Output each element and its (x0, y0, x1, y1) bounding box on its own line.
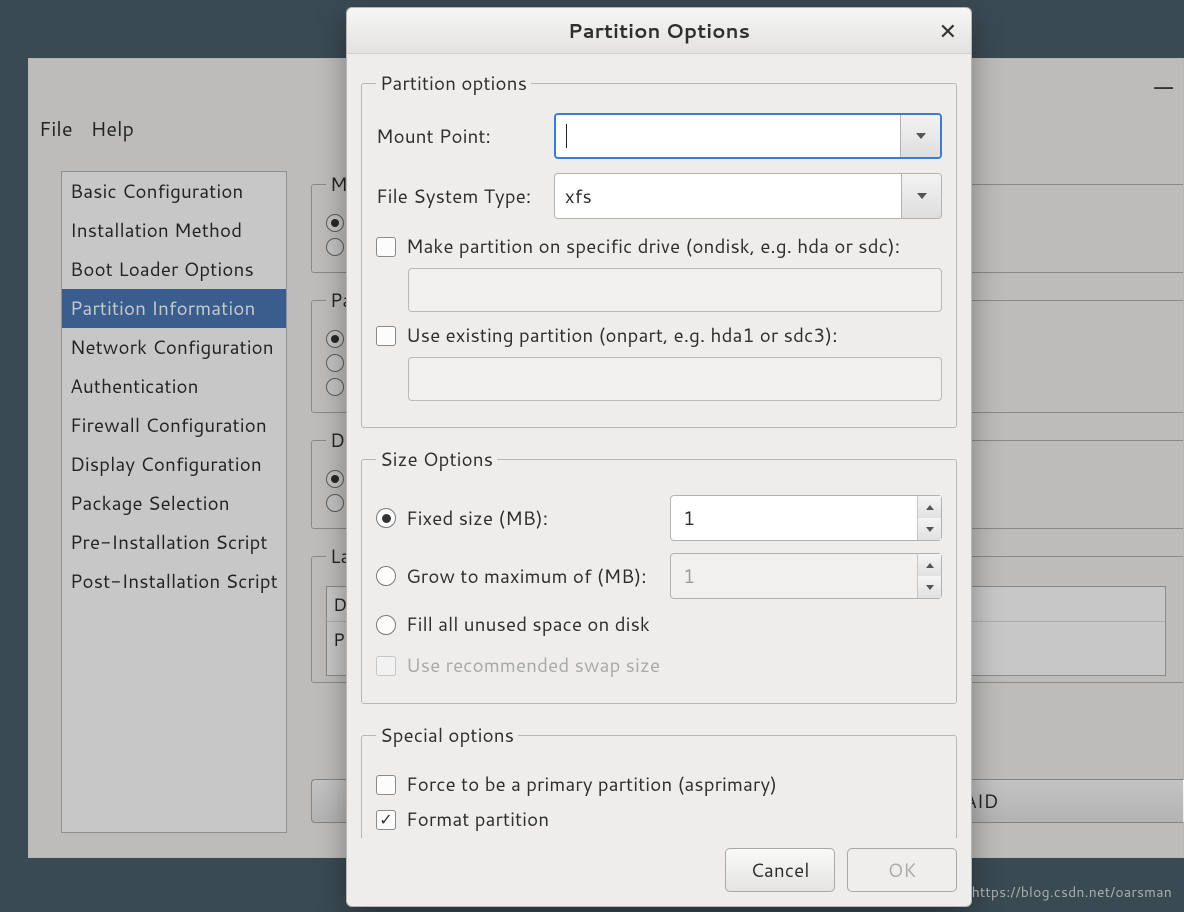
sidebar-item-display-configuration[interactable]: Display Configuration (62, 445, 286, 484)
menu-file[interactable]: File (39, 115, 73, 143)
radio-icon[interactable] (326, 470, 344, 488)
ondisk-label: Make partition on specific drive (ondisk… (406, 233, 900, 260)
ondisk-input[interactable] (408, 268, 942, 312)
chevron-down-icon (926, 585, 934, 590)
cancel-button[interactable]: Cancel (725, 848, 835, 892)
ondisk-checkbox[interactable] (376, 237, 396, 257)
sidebar: Basic Configuration Installation Method … (61, 171, 287, 833)
spin-down-button (918, 576, 941, 598)
bg-table-col-p: P (333, 626, 345, 652)
fixed-size-spin[interactable]: 1 (670, 495, 942, 541)
fs-type-label: File System Type: (376, 183, 544, 210)
partition-options-dialog: Partition Options ✕ Partition options Mo… (346, 7, 972, 907)
minimize-icon[interactable]: — (1154, 67, 1173, 107)
fs-type-combo[interactable]: xfs (554, 173, 942, 219)
special-options-group: Special options Force to be a primary pa… (361, 722, 957, 838)
menu-help[interactable]: Help (91, 115, 134, 143)
close-icon[interactable]: ✕ (939, 16, 957, 47)
onpart-input[interactable] (408, 357, 942, 401)
sidebar-item-basic-configuration[interactable]: Basic Configuration (62, 172, 286, 211)
chevron-down-icon (917, 193, 927, 199)
sidebar-item-firewall-configuration[interactable]: Firewall Configuration (62, 406, 286, 445)
mount-point-input[interactable] (556, 115, 900, 157)
mount-point-label: Mount Point: (376, 123, 544, 150)
spin-up-button[interactable] (918, 496, 941, 518)
grow-value: 1 (671, 554, 917, 598)
grow-radio[interactable] (376, 566, 396, 586)
sidebar-item-package-selection[interactable]: Package Selection (62, 484, 286, 523)
size-options-group: Size Options Fixed size (MB): 1 Grow to … (361, 446, 957, 704)
dialog-title: Partition Options (568, 17, 750, 45)
chevron-down-icon (926, 527, 934, 532)
mount-point-combo[interactable] (554, 113, 942, 159)
mount-point-dropdown-button[interactable] (900, 115, 940, 157)
watermark: https://blog.csdn.net/oarsman (972, 882, 1172, 902)
chevron-down-icon (916, 133, 926, 139)
sidebar-item-installation-method[interactable]: Installation Method (62, 211, 286, 250)
chevron-up-icon (926, 505, 934, 510)
sidebar-item-post-installation-script[interactable]: Post-Installation Script (62, 562, 286, 601)
asprimary-label: Force to be a primary partition (asprima… (406, 771, 777, 798)
radio-icon[interactable] (326, 354, 344, 372)
onpart-label: Use existing partition (onpart, e.g. hda… (406, 322, 837, 349)
radio-icon[interactable] (326, 494, 344, 512)
partition-options-legend: Partition options (376, 70, 531, 97)
size-options-legend: Size Options (376, 446, 497, 473)
grow-label: Grow to maximum of (MB): (406, 563, 660, 590)
chevron-up-icon (926, 563, 934, 568)
dialog-titlebar: Partition Options ✕ (347, 8, 971, 54)
partition-options-group: Partition options Mount Point: File Syst… (361, 70, 957, 428)
ok-button[interactable]: OK (847, 848, 957, 892)
fixed-size-value[interactable]: 1 (671, 496, 917, 540)
special-options-legend: Special options (376, 722, 518, 749)
fs-type-value[interactable]: xfs (555, 174, 901, 218)
fixed-size-label: Fixed size (MB): (406, 505, 660, 532)
radio-icon[interactable] (326, 214, 344, 232)
sidebar-item-network-configuration[interactable]: Network Configuration (62, 328, 286, 367)
menubar: File Help (39, 115, 134, 143)
swap-checkbox (376, 656, 396, 676)
spin-down-button[interactable] (918, 518, 941, 540)
dialog-footer: Cancel OK (347, 838, 971, 906)
asprimary-checkbox[interactable] (376, 775, 396, 795)
fill-label: Fill all unused space on disk (406, 611, 650, 638)
sidebar-item-partition-information[interactable]: Partition Information (62, 289, 286, 328)
fixed-size-radio[interactable] (376, 508, 396, 528)
onpart-checkbox[interactable] (376, 326, 396, 346)
sidebar-item-pre-installation-script[interactable]: Pre-Installation Script (62, 523, 286, 562)
radio-icon[interactable] (326, 378, 344, 396)
fs-type-dropdown-button[interactable] (901, 174, 941, 218)
swap-label: Use recommended swap size (406, 652, 660, 679)
fill-radio[interactable] (376, 615, 396, 635)
grow-spin: 1 (670, 553, 942, 599)
format-label: Format partition (406, 806, 549, 833)
spin-up-button (918, 554, 941, 576)
sidebar-item-boot-loader-options[interactable]: Boot Loader Options (62, 250, 286, 289)
radio-icon[interactable] (326, 330, 344, 348)
bg-table-col-d: D (333, 591, 347, 617)
format-checkbox[interactable] (376, 810, 396, 830)
sidebar-item-authentication[interactable]: Authentication (62, 367, 286, 406)
radio-icon[interactable] (326, 238, 344, 256)
